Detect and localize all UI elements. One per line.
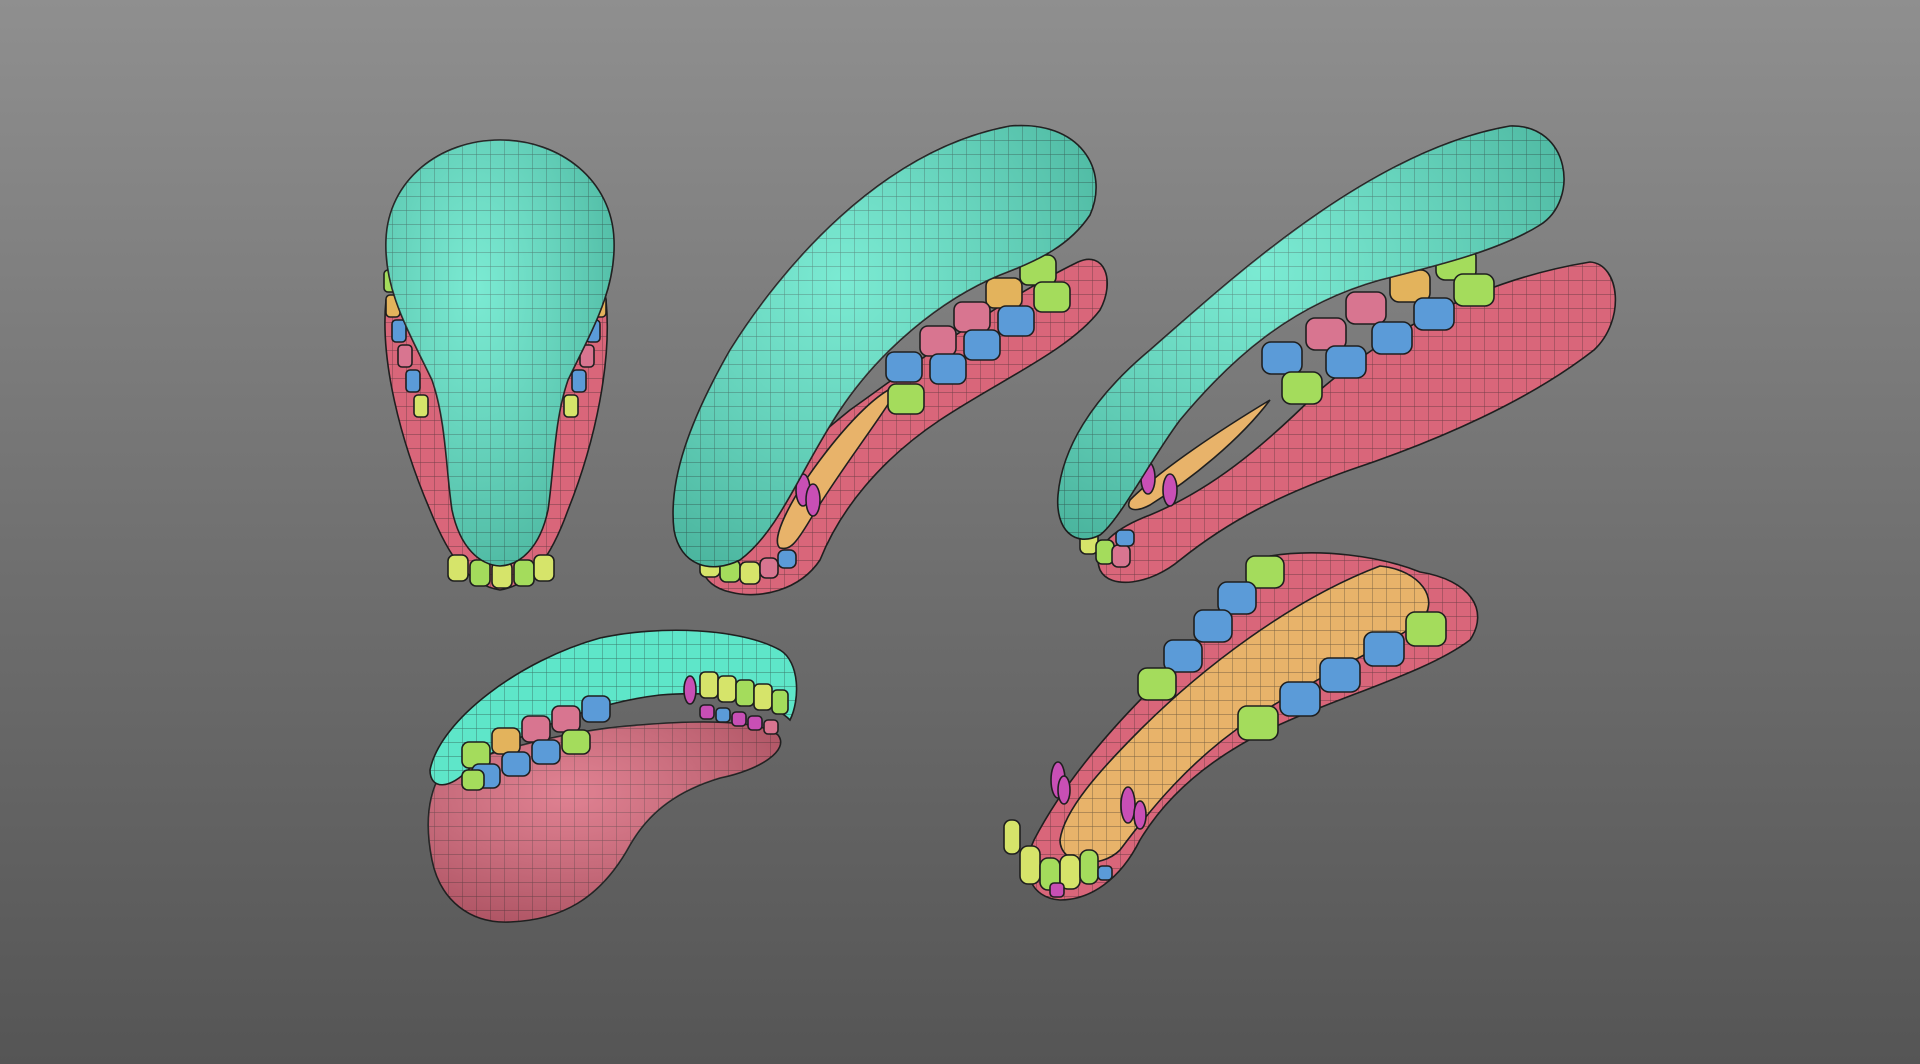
view-lower-jaw-top <box>1003 552 1479 901</box>
view-side-right <box>1056 125 1617 584</box>
view-open-mouth <box>427 629 798 923</box>
scene-canvas <box>383 124 1617 923</box>
view-side-left <box>672 124 1109 596</box>
view-front <box>383 139 615 591</box>
render-viewport <box>0 0 1920 1064</box>
